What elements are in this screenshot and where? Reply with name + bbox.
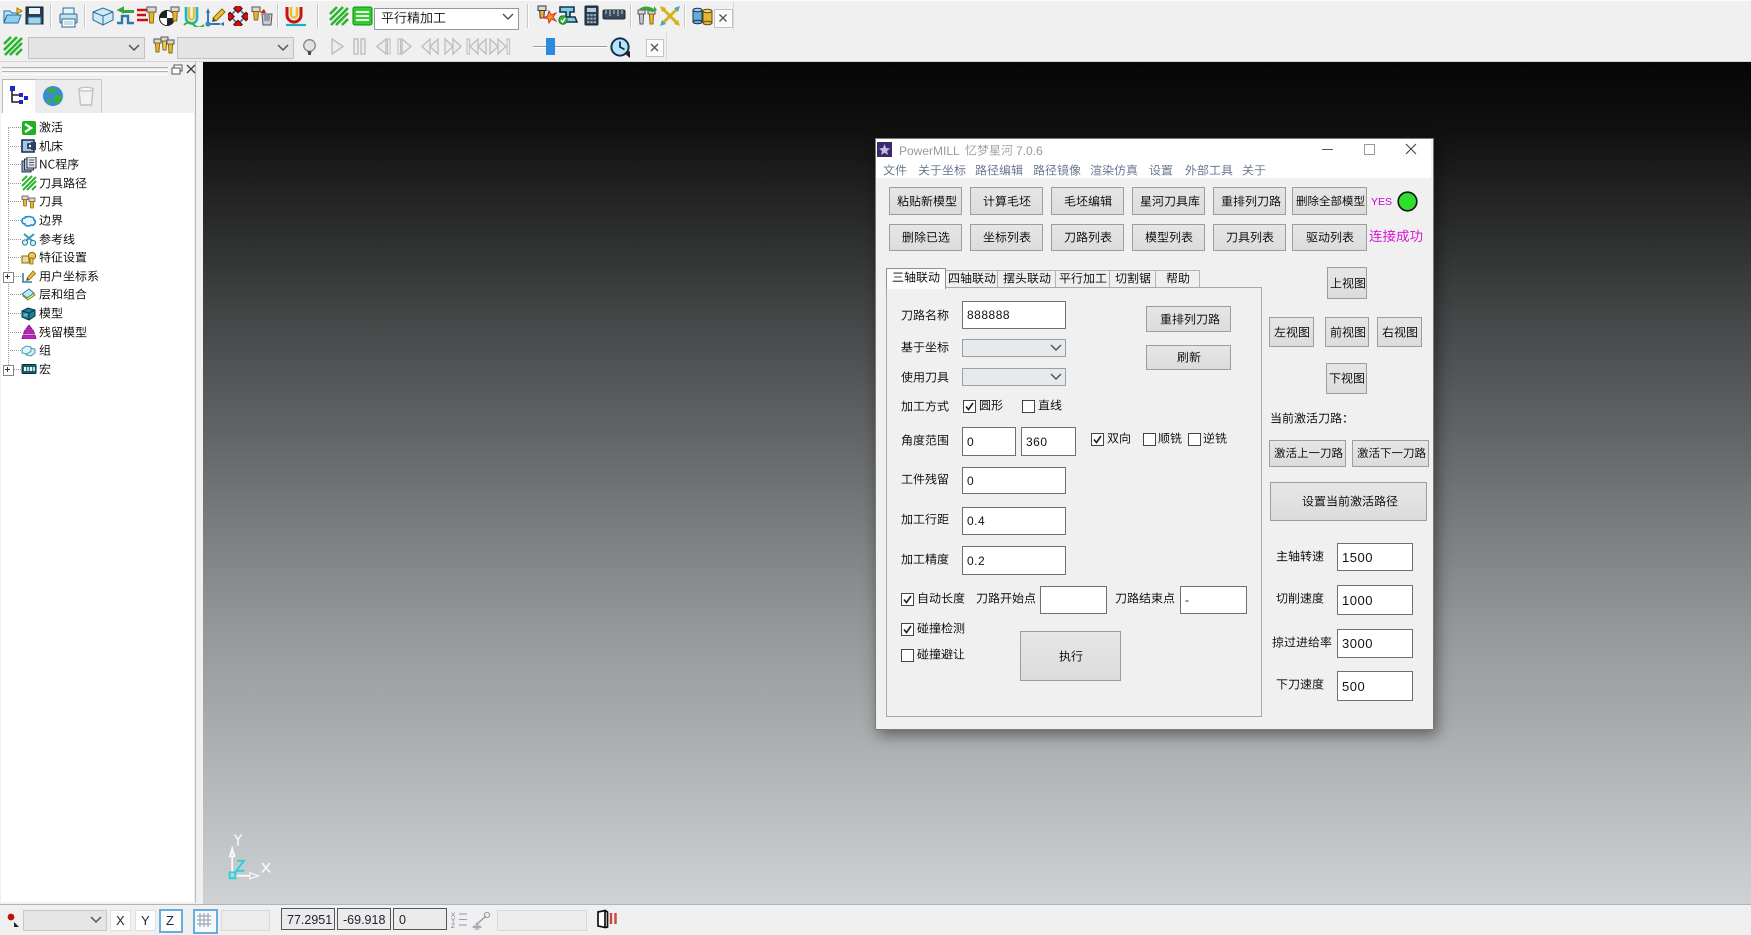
svg-text:Z: Z bbox=[451, 923, 455, 928]
